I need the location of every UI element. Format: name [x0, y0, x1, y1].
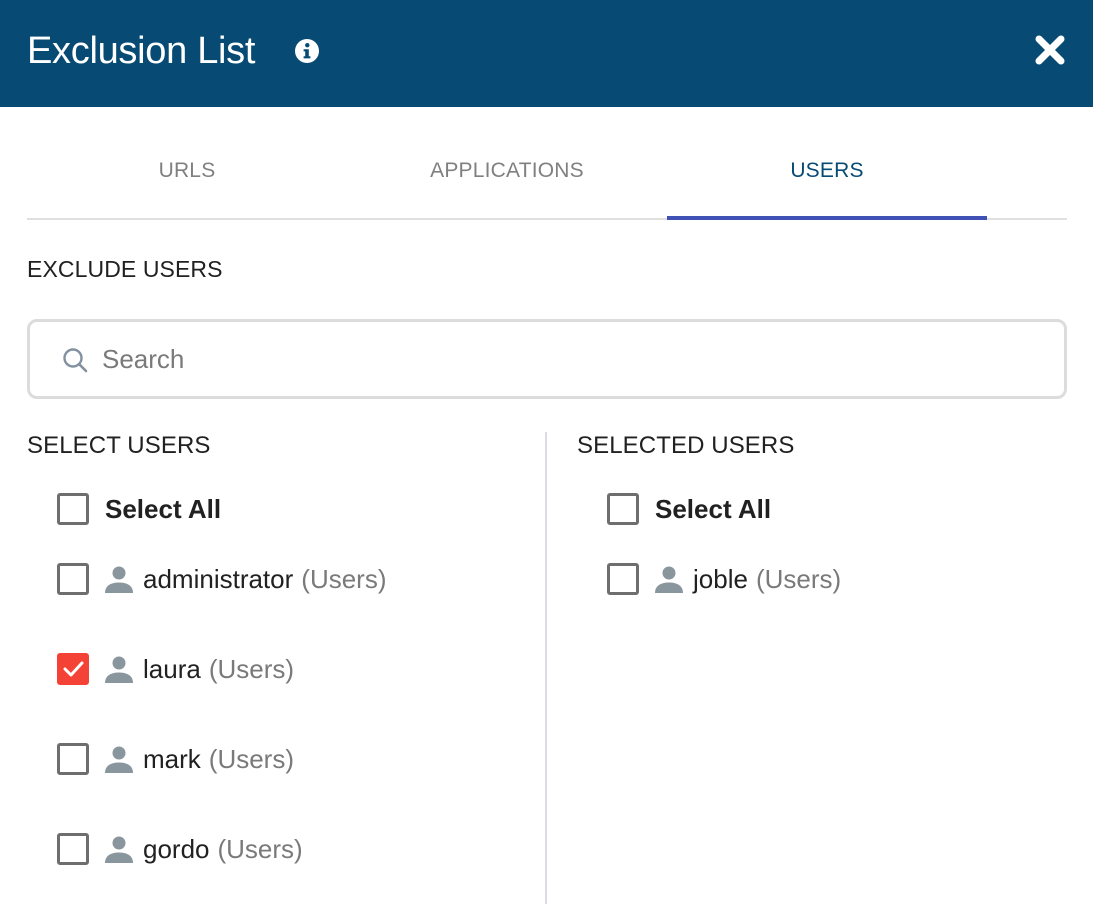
select-all-row-right[interactable]: Select All — [607, 489, 771, 529]
checkmark-icon — [63, 661, 84, 677]
user-group: (Users) — [301, 563, 387, 594]
select-all-checkbox-left[interactable] — [57, 493, 89, 525]
user-icon — [655, 566, 683, 593]
user-name: administrator — [143, 563, 294, 594]
select-all-row-left[interactable]: Select All — [57, 489, 221, 529]
search-icon — [63, 348, 88, 373]
list-item[interactable]: laura (Users) — [57, 649, 294, 689]
user-checkbox-checked[interactable] — [57, 653, 89, 685]
tab-urls[interactable]: URLS — [27, 130, 347, 220]
user-icon — [105, 656, 133, 683]
column-divider — [545, 432, 547, 904]
section-title: EXCLUDE USERS — [27, 256, 223, 282]
user-checkbox[interactable] — [57, 743, 89, 775]
user-name: joble — [693, 563, 748, 594]
dialog-header: Exclusion List — [0, 0, 1093, 107]
list-item[interactable]: gordo (Users) — [57, 829, 303, 869]
user-checkbox[interactable] — [57, 563, 89, 595]
tab-users[interactable]: USERS — [667, 130, 987, 220]
list-item[interactable]: administrator (Users) — [57, 559, 387, 599]
select-all-checkbox-right[interactable] — [607, 493, 639, 525]
select-all-label: Select All — [655, 493, 772, 524]
list-item[interactable]: joble (Users) — [607, 559, 841, 599]
close-icon[interactable] — [1034, 34, 1066, 66]
tab-applications[interactable]: APPLICATIONS — [347, 130, 667, 220]
user-icon — [105, 746, 133, 773]
list-item[interactable]: mark (Users) — [57, 739, 294, 779]
selected-users-title: SELECTED USERS — [577, 432, 795, 459]
user-name: gordo — [143, 833, 210, 864]
search-input[interactable] — [102, 336, 1002, 382]
select-all-label: Select All — [105, 493, 222, 524]
user-group: (Users) — [208, 653, 295, 684]
user-name: mark — [143, 743, 201, 774]
info-icon[interactable] — [295, 39, 319, 63]
tab-bar: URLS APPLICATIONS USERS — [27, 130, 1067, 220]
search-box[interactable] — [27, 319, 1067, 399]
user-name: laura — [143, 653, 201, 684]
active-tab-indicator — [667, 216, 987, 220]
user-group: (Users) — [208, 743, 294, 774]
dialog-title: Exclusion List — [27, 30, 256, 72]
user-checkbox[interactable] — [57, 833, 89, 865]
user-group: (Users) — [217, 833, 303, 864]
user-icon — [105, 566, 133, 593]
select-users-title: SELECT USERS — [27, 432, 211, 459]
user-checkbox[interactable] — [607, 563, 639, 595]
user-icon — [105, 836, 133, 863]
user-group: (Users) — [755, 563, 842, 594]
